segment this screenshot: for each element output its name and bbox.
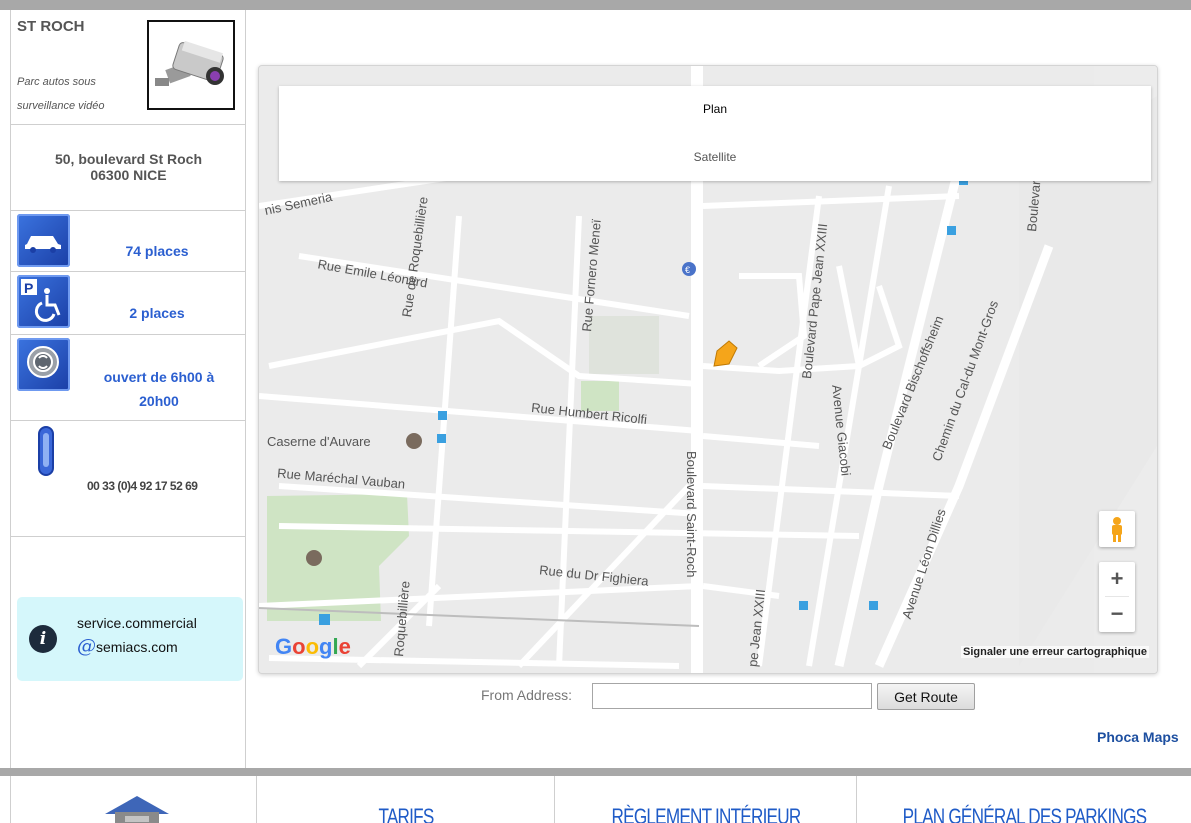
contact-cell: i service.commercial @semiacs.com bbox=[11, 537, 246, 768]
security-camera-icon bbox=[155, 40, 224, 86]
zoom-in-button[interactable]: + bbox=[1099, 562, 1135, 596]
street-label: Caserne d'Auvare bbox=[267, 434, 371, 449]
home-nav-item[interactable] bbox=[10, 776, 257, 823]
surveillance-camera-image bbox=[147, 20, 235, 110]
email-domain: semiacs.com bbox=[96, 639, 178, 655]
disabled-places-count: 2 places bbox=[129, 305, 185, 321]
phone-cell: 00 33 (0)4 92 17 52 69 bbox=[11, 421, 246, 537]
tarifs-label: TARIFS bbox=[378, 804, 434, 823]
footer-divider bbox=[0, 768, 1191, 776]
street-label: Boulevard Saint-Roch bbox=[684, 451, 699, 578]
phoca-maps-link[interactable]: Phoca Maps bbox=[1097, 729, 1179, 745]
hours-cell: ouvert de 6h00 à 20h00 bbox=[11, 335, 246, 421]
opening-hours-line1: ouvert de 6h00 à bbox=[103, 369, 215, 385]
car-icon bbox=[17, 214, 70, 267]
top-frame-border bbox=[0, 0, 1191, 10]
footer-navigation: TARIFS RÈGLEMENT INTÉRIEUR PLAN GÉNÉRAL … bbox=[10, 776, 1191, 823]
zoom-out-button[interactable]: − bbox=[1099, 597, 1135, 631]
map-type-satellite[interactable]: Satellite bbox=[279, 133, 1151, 181]
email-info-box: i service.commercial @semiacs.com bbox=[17, 597, 243, 681]
email-user[interactable]: service.commercial bbox=[77, 615, 197, 631]
places-count: 74 places bbox=[125, 243, 189, 259]
at-sign: @ bbox=[77, 635, 96, 657]
zoom-controls: + − bbox=[1099, 562, 1135, 632]
email-domain-line[interactable]: @semiacs.com bbox=[77, 635, 178, 657]
phone-number: 00 33 (0)4 92 17 52 69 bbox=[87, 479, 198, 493]
map-type-plan[interactable]: Plan bbox=[279, 86, 1151, 133]
parking-tagline-2: surveillance vidéo bbox=[17, 100, 105, 112]
reglement-label: RÈGLEMENT INTÉRIEUR bbox=[611, 804, 802, 823]
street-view-pegman-button[interactable] bbox=[1099, 511, 1135, 547]
disabled-capacity-cell: P 2 places bbox=[11, 272, 246, 335]
capacity-cell: 74 places bbox=[11, 211, 246, 272]
svg-text:€: € bbox=[685, 265, 690, 275]
address-cell: 50, boulevard St Roch 06300 NICE bbox=[11, 125, 246, 211]
from-address-input[interactable] bbox=[592, 683, 872, 709]
from-address-label: From Address: bbox=[481, 687, 573, 703]
svg-text:P: P bbox=[24, 280, 33, 296]
get-route-button[interactable]: Get Route bbox=[877, 683, 975, 710]
parking-tagline-1: Parc autos sous bbox=[17, 76, 96, 88]
disabled-parking-icon: P bbox=[17, 275, 70, 328]
tarifs-nav-item[interactable]: TARIFS bbox=[256, 776, 555, 823]
plan-general-nav-item[interactable]: PLAN GÉNÉRAL DES PARKINGS bbox=[856, 776, 1191, 823]
home-icon bbox=[105, 796, 169, 823]
opening-hours-line2: 20h00 bbox=[139, 393, 179, 409]
google-logo[interactable]: Google bbox=[275, 634, 351, 660]
map-type-menu: Plan Satellite bbox=[279, 86, 1151, 181]
parking-info-sidebar: ST ROCH Parc autos sous surveillance vid… bbox=[10, 10, 246, 768]
parking-name: ST ROCH bbox=[17, 18, 85, 35]
google-map[interactable]: € nis Semeria Rue Emile Léonard Rue de R… bbox=[258, 65, 1158, 674]
address-city: 06300 NICE bbox=[90, 167, 167, 183]
plan-general-label: PLAN GÉNÉRAL DES PARKINGS bbox=[902, 804, 1147, 823]
reglement-nav-item[interactable]: RÈGLEMENT INTÉRIEUR bbox=[554, 776, 857, 823]
phone-icon bbox=[37, 425, 57, 484]
info-icon: i bbox=[29, 625, 57, 653]
parking-header-cell: ST ROCH Parc autos sous surveillance vid… bbox=[11, 10, 246, 125]
address-street: 50, boulevard St Roch bbox=[54, 151, 203, 167]
pegman-icon bbox=[1112, 517, 1122, 542]
opening-hours-icon bbox=[17, 338, 70, 391]
report-map-error-link[interactable]: Signaler une erreur cartographique bbox=[961, 646, 1149, 658]
